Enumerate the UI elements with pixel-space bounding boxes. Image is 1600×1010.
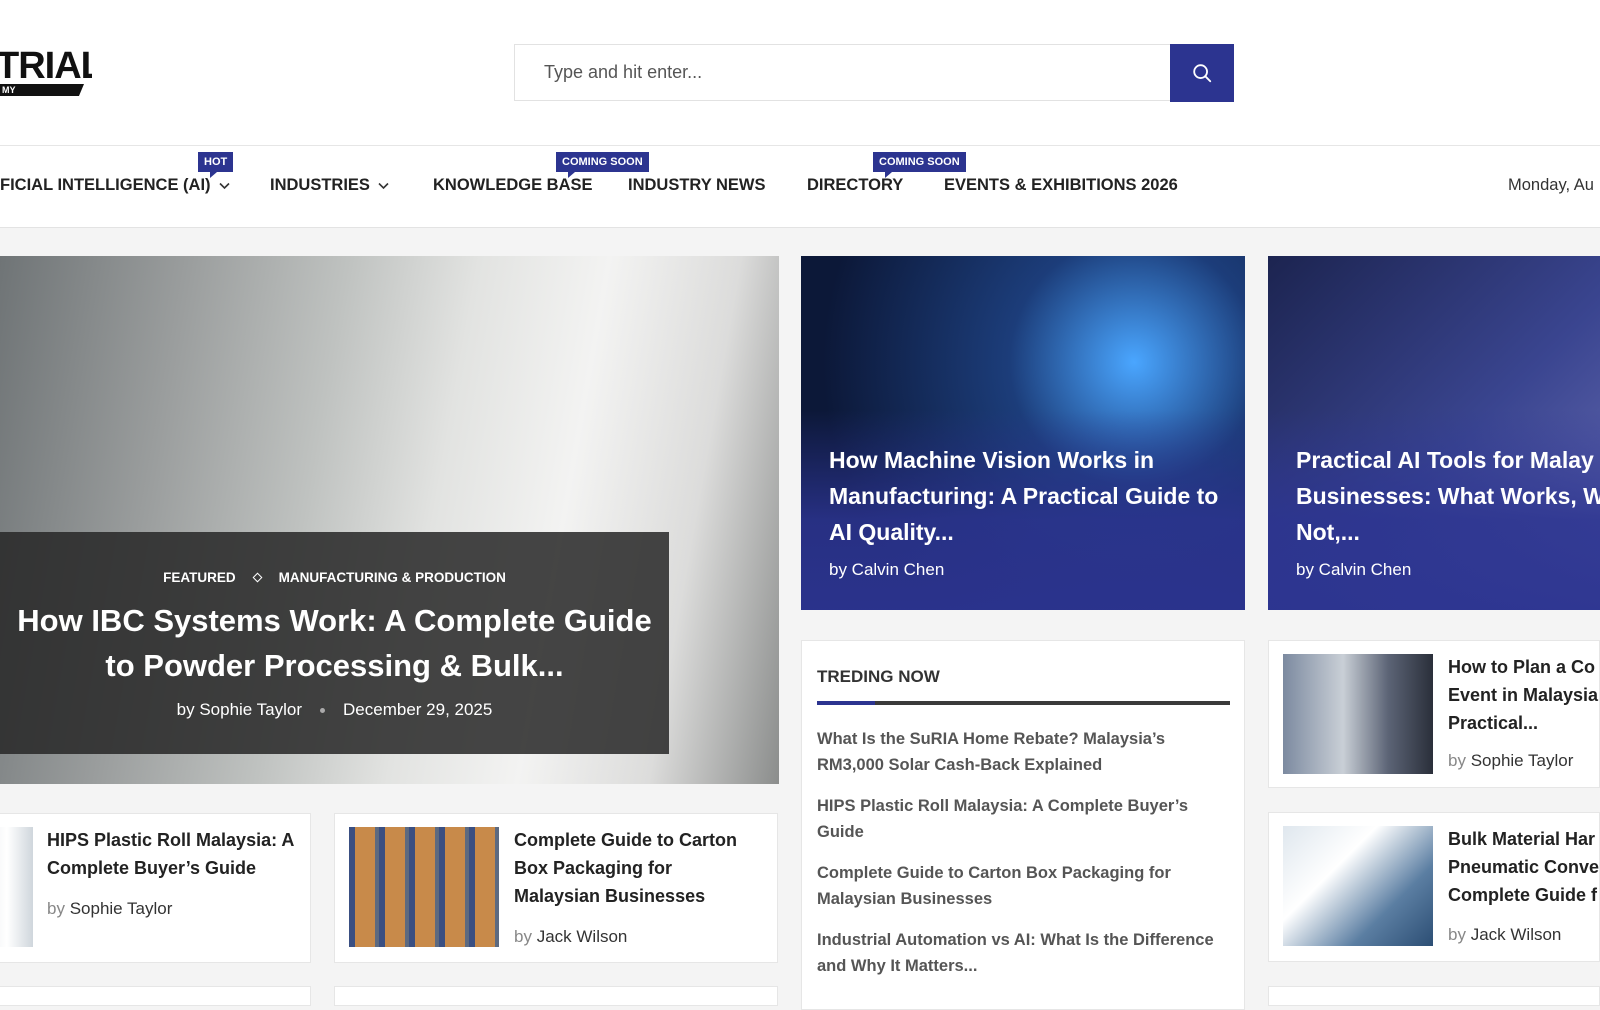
article-card-hips-plastic[interactable]: HIPS Plastic Roll Malaysia: A Complete B… <box>0 813 311 963</box>
diamond-separator-icon <box>252 572 263 583</box>
logo-subtext: MY <box>2 85 16 95</box>
nav-item-events-exhibitions[interactable]: EVENTS & EXHIBITIONS 2026 <box>944 176 1178 195</box>
article-title[interactable]: Complete Guide to Carton Box Packaging f… <box>514 826 759 910</box>
article-card-machine-vision[interactable]: How Machine Vision Works in Manufacturin… <box>801 256 1245 610</box>
trending-item[interactable]: Industrial Automation vs AI: What Is the… <box>817 927 1217 979</box>
nav-item-artificial-intelligence[interactable]: FICIAL INTELLIGENCE (AI) <box>0 176 230 195</box>
article-thumbnail[interactable] <box>1283 654 1433 774</box>
nav-item-label: DIRECTORY <box>807 176 904 194</box>
article-card-practical-ai[interactable]: Practical AI Tools for Malay Businesses:… <box>1268 256 1600 610</box>
trending-divider <box>817 701 1230 705</box>
article-title[interactable]: How Machine Vision Works in Manufacturin… <box>829 442 1225 550</box>
main-nav: FICIAL INTELLIGENCE (AI) HOT INDUSTRIES … <box>0 146 1600 228</box>
meta-dot-separator <box>320 707 326 713</box>
trending-now-widget: TREDING NOW What Is the SuRIA Home Rebat… <box>801 640 1245 1010</box>
article-card-bulk-material[interactable]: Bulk Material Har Pneumatic Conve Comple… <box>1268 812 1600 962</box>
hero-author[interactable]: Sophie Taylor <box>199 700 302 719</box>
hero-overlay: FEATURED MANUFACTURING & PRODUCTION How … <box>0 532 669 754</box>
search-input[interactable] <box>515 45 1171 100</box>
logo-wordmark: TRIAL <box>0 46 92 87</box>
by-label: by <box>1448 925 1466 944</box>
nav-item-knowledge-base[interactable]: KNOWLEDGE BASE <box>433 176 593 195</box>
hero-date: December 29, 2025 <box>343 700 493 719</box>
nav-item-industry-news[interactable]: INDUSTRY NEWS <box>628 176 766 195</box>
article-thumbnail[interactable] <box>1283 826 1433 946</box>
by-label: by <box>514 927 532 946</box>
article-card-plan-event[interactable]: How to Plan a Co Event in Malaysia Pract… <box>1268 640 1600 788</box>
hero-author-wrap: by Sophie Taylor <box>177 700 302 720</box>
nav-item-industries[interactable]: INDUSTRIES <box>270 176 389 195</box>
nav-item-label: KNOWLEDGE BASE <box>433 176 593 194</box>
category-featured[interactable]: FEATURED <box>163 570 236 585</box>
current-date: Monday, Au <box>1508 176 1594 194</box>
hero-featured-article[interactable]: FEATURED MANUFACTURING & PRODUCTION How … <box>0 256 779 784</box>
author-name[interactable]: Jack Wilson <box>1471 925 1562 944</box>
article-author: by Sophie Taylor <box>1448 751 1573 771</box>
nav-item-directory[interactable]: DIRECTORY <box>807 176 903 195</box>
article-card-partial[interactable] <box>1268 986 1600 1006</box>
article-author: by Jack Wilson <box>1448 925 1561 945</box>
by-label: by <box>1448 751 1466 770</box>
coming-soon-badge: COMING SOON <box>556 152 649 178</box>
article-author[interactable]: by Calvin Chen <box>829 560 944 580</box>
by-label: by <box>176 700 195 719</box>
trending-item[interactable]: What Is the SuRIA Home Rebate? Malaysia’… <box>817 726 1217 778</box>
site-logo[interactable]: TRIAL MY <box>0 46 92 98</box>
article-card-carton-box[interactable]: Complete Guide to Carton Box Packaging f… <box>334 813 778 963</box>
search-button[interactable] <box>1170 44 1234 102</box>
trending-item[interactable]: HIPS Plastic Roll Malaysia: A Complete B… <box>817 793 1217 845</box>
hero-categories: FEATURED MANUFACTURING & PRODUCTION <box>0 570 669 585</box>
article-card-partial[interactable] <box>334 986 778 1006</box>
trending-item[interactable]: Complete Guide to Carton Box Packaging f… <box>817 860 1217 912</box>
search-bar <box>514 44 1234 102</box>
article-title[interactable]: HIPS Plastic Roll Malaysia: A Complete B… <box>47 826 302 882</box>
author-name[interactable]: Sophie Taylor <box>1471 751 1574 770</box>
article-author: by Jack Wilson <box>514 927 627 947</box>
article-title[interactable]: Bulk Material Har Pneumatic Conve Comple… <box>1448 825 1600 909</box>
trending-heading: TREDING NOW <box>817 667 940 686</box>
coming-soon-badge: COMING SOON <box>873 152 966 178</box>
article-author[interactable]: by Calvin Chen <box>1296 560 1411 580</box>
author-name[interactable]: Jack Wilson <box>537 927 628 946</box>
author-name[interactable]: Sophie Taylor <box>70 899 173 918</box>
category-manufacturing[interactable]: MANUFACTURING & PRODUCTION <box>279 570 506 585</box>
article-thumbnail[interactable] <box>349 827 499 947</box>
hero-meta: by Sophie Taylor December 29, 2025 <box>0 700 669 720</box>
article-card-partial[interactable] <box>0 986 311 1006</box>
nav-item-label: EVENTS & EXHIBITIONS 2026 <box>944 176 1178 194</box>
chevron-down-icon <box>378 182 389 189</box>
chevron-down-icon <box>218 182 230 189</box>
site-header: TRIAL MY <box>0 0 1600 146</box>
hero-title[interactable]: How IBC Systems Work: A Complete Guide t… <box>0 598 669 688</box>
article-title[interactable]: How to Plan a Co Event in Malaysia Pract… <box>1448 653 1600 737</box>
article-author: by Sophie Taylor <box>47 899 172 919</box>
by-label: by <box>47 899 65 918</box>
hot-badge: HOT <box>198 152 234 178</box>
nav-item-label: INDUSTRIES <box>270 176 370 194</box>
nav-item-label: FICIAL INTELLIGENCE (AI) <box>0 176 211 194</box>
article-thumbnail[interactable] <box>0 827 33 947</box>
nav-item-label: INDUSTRY NEWS <box>628 176 766 194</box>
article-title[interactable]: Practical AI Tools for Malay Businesses:… <box>1296 442 1600 550</box>
search-icon <box>1193 64 1212 83</box>
